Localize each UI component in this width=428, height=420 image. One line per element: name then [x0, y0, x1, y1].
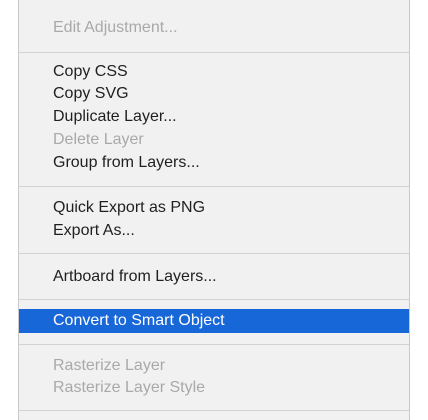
menu-item-delete-layer: Delete Layer [53, 131, 144, 148]
menu-item-convert-to-smart-object[interactable]: Convert to Smart Object [19, 309, 409, 333]
menu-item-edit-adjustment: Edit Adjustment... [53, 19, 178, 36]
menu-item-duplicate-layer[interactable]: Duplicate Layer... [19, 106, 409, 128]
menu-separator [19, 186, 409, 187]
page: Edit Adjustment... Copy CSS Copy SVG Dup… [0, 0, 428, 420]
menu-separator [19, 410, 409, 411]
menu-item-rasterize-layer: Rasterize Layer [53, 357, 166, 374]
menu-item-rasterize-layer-style: Rasterize Layer Style [53, 379, 206, 396]
menu-separator [19, 253, 409, 254]
menu-item-quick-export-png[interactable]: Quick Export as PNG [19, 197, 409, 219]
menu-separator [19, 299, 409, 300]
menu-item-group-from-layers[interactable]: Group from Layers... [19, 152, 409, 174]
menu-item-export-as[interactable]: Export As... [19, 220, 409, 242]
menu-item-copy-css[interactable]: Copy CSS [19, 61, 409, 83]
context-menu: Edit Adjustment... Copy CSS Copy SVG Dup… [18, 0, 410, 420]
menu-item-artboard-from-layers[interactable]: Artboard from Layers... [19, 266, 409, 288]
menu-separator [19, 52, 409, 53]
menu-separator [19, 344, 409, 345]
menu-item-copy-svg[interactable]: Copy SVG [19, 83, 409, 105]
